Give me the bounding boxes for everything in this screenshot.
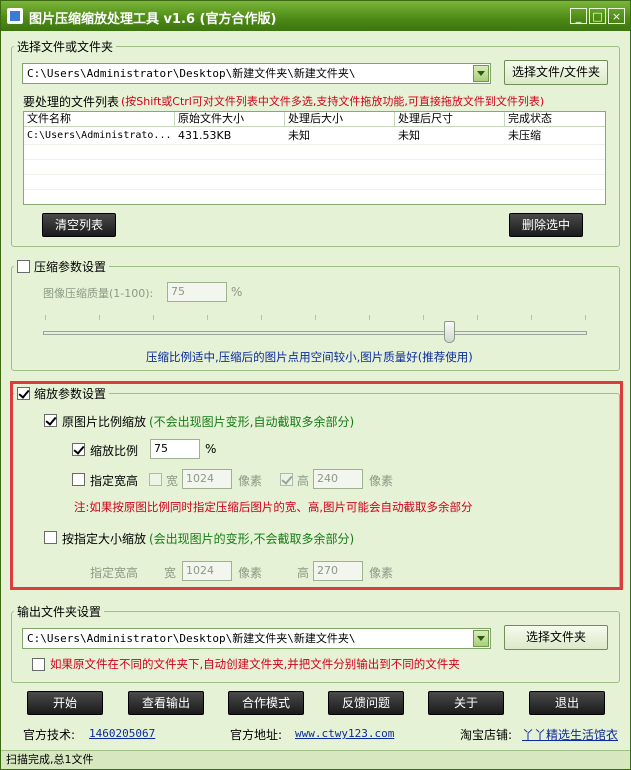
quality-label: 图像压缩质量(1-100): (43, 287, 154, 300)
slider-thumb[interactable] (444, 321, 455, 343)
height-unit: 像素 (369, 474, 394, 488)
cell-processed-dimensions: 未知 (398, 129, 420, 142)
height-input[interactable]: 240 (313, 469, 363, 489)
fixed-height-input[interactable]: 270 (313, 561, 363, 581)
compress-settings-legend: 压缩参数设置 (14, 258, 109, 275)
shop-label: 淘宝店铺: (460, 728, 513, 742)
fixed-height-label: 高 (297, 566, 310, 580)
scale-note: 注:如果按原图比例同时指定压缩后图片的宽、高,图片可能会自动截取多余部分 (74, 500, 473, 514)
source-path-combo[interactable]: C:\Users\Administrator\Desktop\新建文件夹\新建文… (22, 63, 491, 84)
compress-settings-label: 压缩参数设置 (34, 260, 107, 274)
slider-tick (585, 315, 586, 320)
grid-line (24, 159, 605, 160)
compress-settings-checkbox[interactable] (17, 260, 30, 273)
scale-ratio-label[interactable]: 缩放比例 (90, 442, 138, 459)
slider-tick (153, 315, 154, 320)
column-header-original-size[interactable]: 原始文件大小 (175, 112, 285, 127)
window-title: 图片压缩缩放处理工具 v1.6 (官方合作版) (29, 12, 277, 27)
slider-tick (45, 315, 46, 320)
exit-button[interactable]: 退出 (529, 691, 605, 715)
specify-size-label[interactable]: 指定宽高 (90, 472, 138, 489)
site-link[interactable]: www.ctwy123.com (295, 727, 394, 740)
grid-line (24, 174, 605, 175)
slider-tick (261, 315, 262, 320)
slider-tick (531, 315, 532, 320)
fixed-size-checkbox[interactable] (44, 531, 57, 544)
file-list[interactable]: 文件名称 原始文件大小 处理后大小 处理后尺寸 完成状态 C:\Users\Ad… (23, 111, 606, 205)
app-icon (7, 8, 23, 24)
select-files-legend: 选择文件或文件夹 (17, 40, 114, 54)
close-button[interactable]: × (608, 8, 625, 24)
about-button[interactable]: 关于 (428, 691, 504, 715)
width-input[interactable]: 1024 (182, 469, 232, 489)
maximize-button[interactable]: □ (589, 8, 606, 24)
grid-line (24, 144, 605, 145)
auto-folder-label[interactable]: 如果原文件在不同的文件夹下,自动创建文件夹,并把文件分别输出到不同的文件夹 (50, 656, 460, 672)
cell-original-size: 431.53KB (178, 129, 232, 142)
slider-tick (369, 315, 370, 320)
ratio-scale-hint: (不会出现图片变形,自动截取多余部分) (149, 415, 355, 429)
file-list-hint: (按Shift或Ctrl可对文件列表中文件多选,支持文件拖放功能,可直接拖放文件… (121, 95, 545, 108)
feedback-button[interactable]: 反馈问题 (328, 691, 404, 715)
site-label: 官方地址: (230, 728, 283, 742)
shop-link[interactable]: 丫丫精选生活馆衣 (522, 726, 618, 743)
auto-folder-checkbox[interactable] (32, 658, 45, 671)
specify-size-checkbox[interactable] (72, 473, 85, 486)
scale-ratio-input[interactable]: 75 (150, 439, 200, 459)
file-list-label: 要处理的文件列表 (23, 95, 120, 109)
status-bar: 扫描完成,总1文件 (1, 750, 630, 769)
width-label: 宽 (166, 474, 179, 488)
slider-tick (423, 315, 424, 320)
cell-status: 未压缩 (508, 129, 541, 142)
grid-line (24, 189, 605, 190)
height-checkbox[interactable] (280, 473, 293, 486)
slider-tick (99, 315, 100, 320)
fixed-height-unit: 像素 (369, 566, 394, 580)
slider-track[interactable] (43, 331, 587, 335)
ratio-scale-label[interactable]: 原图片比例缩放 (62, 413, 146, 430)
cell-file-name: C:\Users\Administrato... (27, 130, 172, 141)
output-path-combo[interactable]: C:\Users\Administrator\Desktop\新建文件夹\新建文… (22, 628, 491, 649)
fixed-width-unit: 像素 (238, 566, 263, 580)
fixed-specify-label: 指定宽高 (90, 566, 139, 580)
start-button[interactable]: 开始 (27, 691, 103, 715)
fixed-size-label[interactable]: 按指定大小缩放 (62, 530, 146, 547)
view-output-button[interactable]: 查看输出 (128, 691, 204, 715)
title-bar[interactable]: 图片压缩缩放处理工具 v1.6 (官方合作版) _ □ × (1, 1, 630, 31)
select-output-folder-button[interactable]: 选择文件夹 (504, 625, 608, 650)
scale-ratio-unit: % (205, 442, 217, 456)
cell-processed-size: 未知 (288, 129, 310, 142)
minimize-button[interactable]: _ (570, 8, 587, 24)
scale-ratio-checkbox[interactable] (72, 443, 85, 456)
output-path-dropdown-icon[interactable] (473, 630, 489, 647)
output-settings-legend: 输出文件夹设置 (17, 605, 102, 619)
support-link[interactable]: 1460205067 (89, 727, 155, 740)
fixed-width-input[interactable]: 1024 (182, 561, 232, 581)
width-checkbox[interactable] (149, 473, 162, 486)
select-file-folder-button[interactable]: 选择文件/文件夹 (504, 60, 608, 85)
column-header-name[interactable]: 文件名称 (24, 112, 175, 127)
clear-list-button[interactable]: 清空列表 (42, 213, 116, 237)
height-label: 高 (297, 474, 310, 488)
cooperation-mode-button[interactable]: 合作模式 (228, 691, 304, 715)
column-header-status[interactable]: 完成状态 (505, 112, 605, 127)
support-label: 官方技术: (23, 728, 76, 742)
quality-unit: % (231, 285, 243, 299)
column-header-processed-size[interactable]: 处理后大小 (285, 112, 395, 127)
column-header-processed-dimensions[interactable]: 处理后尺寸 (395, 112, 505, 127)
ratio-scale-checkbox[interactable] (44, 414, 57, 427)
fixed-width-label: 宽 (164, 566, 177, 580)
compress-note: 压缩比例适中,压缩后的图片点用空间较小,图片质量好(推荐使用) (146, 350, 473, 364)
delete-selected-button[interactable]: 删除选中 (509, 213, 583, 237)
slider-tick (207, 315, 208, 320)
width-unit: 像素 (238, 474, 263, 488)
app-window: 图片压缩缩放处理工具 v1.6 (官方合作版) _ □ × 选择文件或文件夹 C… (0, 0, 631, 770)
fixed-size-hint: (会出现图片的变形,不会截取多余部分) (149, 532, 355, 546)
slider-tick (477, 315, 478, 320)
slider-tick (315, 315, 316, 320)
source-path-dropdown-icon[interactable] (473, 65, 489, 82)
quality-input[interactable]: 75 (167, 282, 227, 302)
